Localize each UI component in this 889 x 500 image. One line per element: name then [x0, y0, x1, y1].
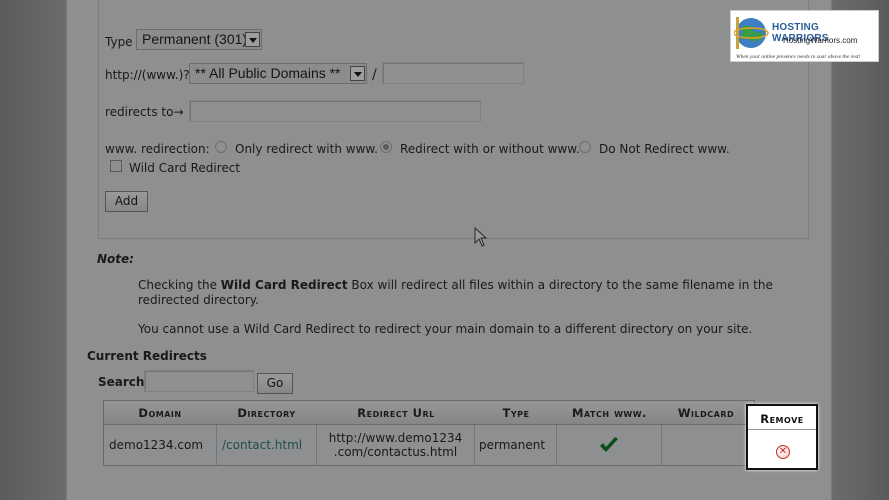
- add-button[interactable]: Add: [105, 191, 148, 212]
- radio-do-not-redirect-www[interactable]: [579, 141, 591, 153]
- logo-tagline: When your online presence needs to soar …: [736, 54, 861, 60]
- hosting-warriors-logo: HOSTING WARRIORS HostingWarriors.com Whe…: [730, 10, 879, 62]
- column-remove: Remove: [748, 406, 816, 430]
- radio-with-or-without-www[interactable]: [380, 141, 392, 153]
- radio-only-www[interactable]: [215, 141, 227, 153]
- column-domain: Domain: [138, 406, 182, 420]
- search-label: Search: [98, 375, 145, 389]
- type-label: Type: [105, 35, 133, 49]
- radio-do-not-redirect-www-label: Do Not Redirect www.: [599, 142, 730, 156]
- remove-column-highlight: Remove ✕: [746, 404, 818, 470]
- wildcard-checkbox[interactable]: [110, 160, 122, 172]
- cell-match-www: [557, 425, 662, 465]
- cell-type: permanent: [475, 425, 557, 465]
- cell-directory-link[interactable]: /contact.html: [217, 425, 317, 465]
- path-input[interactable]: [382, 62, 524, 84]
- cell-redirect-url: http://www.demo1234 .com/contactus.html: [317, 425, 475, 465]
- column-redirect-url: Redirect Url: [357, 406, 435, 420]
- right-margin: [832, 0, 889, 500]
- go-button[interactable]: Go: [257, 373, 293, 394]
- note-text-bold: Wild Card Redirect: [220, 278, 348, 292]
- table-header: Domain Directory Redirect Url Type Match…: [104, 401, 754, 425]
- redirects-to-label: redirects to→: [105, 105, 184, 119]
- mouse-cursor-icon: [474, 226, 488, 250]
- type-select[interactable]: Permanent (301): [136, 29, 262, 50]
- domain-select-value: ** All Public Domains **: [195, 65, 341, 81]
- column-wildcard: Wildcard: [677, 406, 735, 420]
- www-redirection-label: www. redirection:: [105, 142, 210, 156]
- redirect-url-line: .com/contactus.html: [333, 445, 458, 459]
- search-input[interactable]: [144, 370, 254, 392]
- note-paragraph-main-domain: You cannot use a Wild Card Redirect to r…: [138, 322, 753, 336]
- redirect-url-line: http://www.demo1234: [328, 431, 463, 445]
- redirects-table: Domain Directory Redirect Url Type Match…: [103, 400, 755, 466]
- radio-with-or-without-www-label: Redirect with or without www.: [400, 142, 580, 156]
- chevron-down-icon: [245, 32, 260, 47]
- column-match-www: Match www.: [572, 406, 647, 420]
- main-content: Type Permanent (301) http://(www.)? ** A…: [66, 0, 832, 500]
- globe-icon: [734, 17, 769, 49]
- column-type: Type: [502, 406, 530, 420]
- redirect-form: Type Permanent (301) http://(www.)? ** A…: [98, 0, 809, 239]
- check-icon: [600, 437, 618, 452]
- http-prefix-label: http://(www.)?: [105, 68, 190, 82]
- note-paragraph-wildcard: Checking the Wild Card Redirect Box will…: [138, 278, 818, 308]
- current-redirects-heading: Current Redirects: [87, 349, 207, 363]
- path-separator: /: [372, 67, 377, 83]
- cell-wildcard: [662, 425, 755, 465]
- note-text-part: Checking the: [138, 278, 221, 292]
- left-margin: [0, 0, 66, 500]
- cell-domain: demo1234.com: [104, 425, 217, 465]
- type-select-value: Permanent (301): [142, 31, 248, 47]
- redirect-url-text: http://www.demo1234 .com/contactus.html: [329, 431, 463, 459]
- domain-select[interactable]: ** All Public Domains **: [189, 63, 367, 84]
- note-heading: Note:: [97, 252, 134, 266]
- wildcard-label: Wild Card Redirect: [129, 161, 241, 175]
- remove-icon[interactable]: ✕: [776, 445, 790, 459]
- redirects-to-input[interactable]: [189, 100, 481, 122]
- column-directory: Directory: [237, 406, 296, 420]
- radio-only-www-label: Only redirect with www.: [235, 142, 378, 156]
- logo-url: HostingWarriors.com: [783, 36, 858, 45]
- chevron-down-icon: [350, 66, 365, 81]
